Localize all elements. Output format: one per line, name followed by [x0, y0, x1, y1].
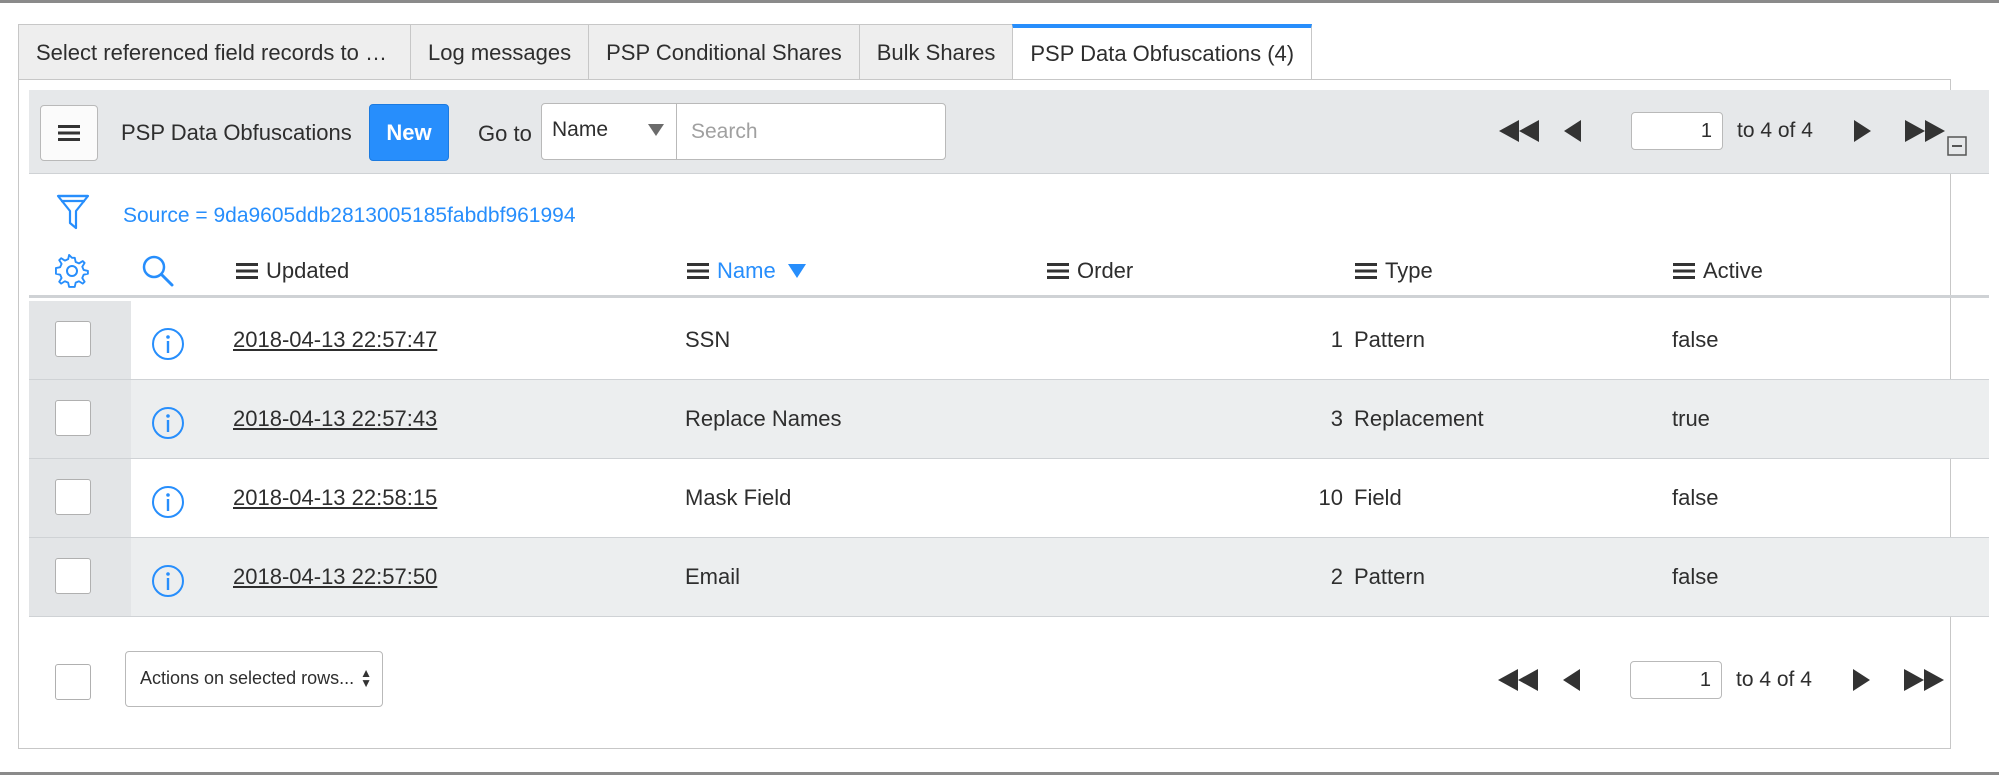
top-pagination: to 4 of 4 — [1499, 112, 1947, 150]
active-cell: false — [1672, 327, 1719, 352]
tab-label: Select referenced field records to … — [36, 39, 387, 65]
page-number-input[interactable] — [1630, 661, 1722, 699]
table-row[interactable]: 2018-04-13 22:57:47 SSN 1 Pattern false — [29, 301, 1989, 380]
select-all-checkbox[interactable] — [55, 664, 91, 700]
name-cell: Replace Names — [685, 406, 842, 431]
name-cell: SSN — [685, 327, 731, 352]
info-icon[interactable] — [151, 327, 185, 366]
related-list-tabs: Select referenced field records to … Log… — [18, 24, 1313, 80]
column-header-type[interactable]: Type — [1355, 258, 1433, 284]
previous-page-icon[interactable] — [1564, 119, 1582, 143]
table-row[interactable]: 2018-04-13 22:58:15 Mask Field 10 Field … — [29, 459, 1989, 538]
sort-down-icon — [787, 264, 806, 278]
goto-field-select[interactable]: Name — [541, 103, 677, 160]
type-cell: Field — [1354, 485, 1402, 510]
next-page-icon[interactable] — [1853, 119, 1871, 143]
row-checkbox[interactable] — [55, 321, 91, 357]
column-menu-icon[interactable] — [687, 262, 709, 280]
row-checkbox[interactable] — [55, 558, 91, 594]
type-cell: Pattern — [1354, 327, 1425, 352]
column-header-name[interactable]: Name — [687, 258, 806, 284]
tab-psp-data-obfuscations[interactable]: PSP Data Obfuscations (4) — [1012, 24, 1313, 80]
tab-label: Bulk Shares — [876, 39, 996, 65]
last-page-icon[interactable] — [1902, 668, 1946, 692]
column-menu-icon[interactable] — [1355, 262, 1377, 280]
column-label: Active — [1703, 258, 1763, 283]
actions-select-value: Actions on selected rows... — [140, 668, 355, 688]
actions-select[interactable]: Actions on selected rows... ▲ ▼ — [125, 651, 383, 707]
bottom-pagination: to 4 of 4 — [1498, 661, 1946, 699]
active-cell: false — [1672, 485, 1719, 510]
column-header-active[interactable]: Active — [1673, 258, 1763, 284]
gear-icon[interactable] — [55, 254, 89, 288]
name-cell: Mask Field — [685, 485, 792, 510]
tab-bulk-shares[interactable]: Bulk Shares — [858, 24, 1013, 80]
search-icon[interactable] — [141, 254, 175, 288]
search-input[interactable] — [676, 103, 946, 160]
tab-label: PSP Conditional Shares — [606, 39, 842, 65]
previous-page-icon[interactable] — [1563, 668, 1581, 692]
column-label: Updated — [266, 258, 350, 283]
type-cell: Pattern — [1354, 564, 1425, 589]
active-cell: false — [1672, 564, 1719, 589]
order-cell: 1 — [1330, 327, 1343, 352]
column-header-updated[interactable]: Updated — [236, 258, 349, 284]
updated-link[interactable]: 2018-04-13 22:57:43 — [233, 406, 437, 432]
page-number-input[interactable] — [1631, 112, 1723, 150]
row-checkbox[interactable] — [55, 479, 91, 515]
info-icon[interactable] — [151, 485, 185, 524]
table-row[interactable]: 2018-04-13 22:57:43 Replace Names 3 Repl… — [29, 380, 1989, 459]
page-range-text: to 4 of 4 — [1737, 119, 1813, 142]
table-row[interactable]: 2018-04-13 22:57:50 Email 2 Pattern fals… — [29, 538, 1989, 617]
column-menu-icon[interactable] — [1047, 262, 1069, 280]
order-cell: 3 — [1330, 406, 1343, 431]
page-range-text: to 4 of 4 — [1736, 668, 1812, 691]
goto-label: Go to — [478, 121, 532, 146]
hamburger-icon — [58, 125, 80, 141]
last-page-icon[interactable] — [1903, 119, 1947, 143]
info-icon[interactable] — [151, 564, 185, 603]
first-page-icon[interactable] — [1498, 668, 1542, 692]
new-button[interactable]: New — [369, 104, 449, 161]
table-header: Updated Name Order Type Active — [29, 240, 1989, 298]
window-top-border — [0, 0, 1999, 3]
tab-label: PSP Data Obfuscations (4) — [1030, 41, 1295, 66]
updown-arrows-icon: ▲ ▼ — [360, 666, 372, 690]
list-title: PSP Data Obfuscations — [121, 120, 352, 145]
info-icon[interactable] — [151, 406, 185, 445]
chevron-down-icon — [648, 124, 664, 136]
name-cell: Email — [685, 564, 741, 589]
list-toolbar: PSP Data Obfuscations New Go to Name to … — [29, 90, 1989, 174]
active-cell: true — [1672, 406, 1710, 431]
collapse-icon[interactable] — [1947, 136, 1967, 161]
column-label: Order — [1077, 258, 1134, 283]
tab-psp-conditional-shares[interactable]: PSP Conditional Shares — [588, 24, 859, 80]
list-menu-button[interactable] — [40, 105, 98, 161]
row-checkbox[interactable] — [55, 400, 91, 436]
tab-label: Log messages — [428, 39, 572, 65]
tab-select-referenced-fields[interactable]: Select referenced field records to … — [18, 24, 410, 80]
order-cell: 2 — [1330, 564, 1343, 589]
column-menu-icon[interactable] — [1673, 262, 1695, 280]
first-page-icon[interactable] — [1499, 119, 1543, 143]
next-page-icon[interactable] — [1852, 668, 1870, 692]
column-label: Type — [1385, 258, 1433, 283]
updated-link[interactable]: 2018-04-13 22:57:47 — [233, 327, 437, 353]
order-cell: 10 — [1318, 485, 1343, 510]
filter-icon[interactable] — [55, 192, 91, 237]
goto-selected-value: Name — [552, 118, 609, 141]
tab-log-messages[interactable]: Log messages — [410, 24, 589, 80]
type-cell: Replacement — [1354, 406, 1484, 431]
filter-breadcrumb[interactable]: Source = 9da9605ddb2813005185fabdbf96199… — [123, 204, 576, 228]
column-menu-icon[interactable] — [236, 262, 258, 280]
updated-link[interactable]: 2018-04-13 22:58:15 — [233, 485, 437, 511]
column-header-order[interactable]: Order — [1047, 258, 1133, 284]
column-label: Name — [717, 258, 776, 283]
updated-link[interactable]: 2018-04-13 22:57:50 — [233, 564, 437, 590]
related-list-panel: PSP Data Obfuscations New Go to Name to … — [18, 79, 1989, 749]
